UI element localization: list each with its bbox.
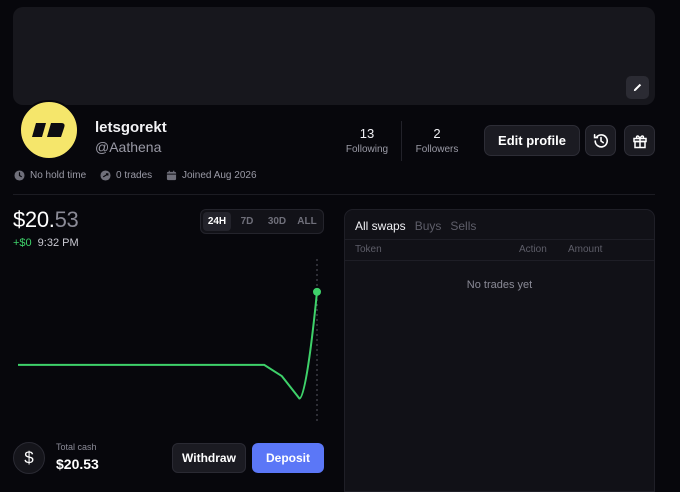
portfolio-balance: $20.53 [13, 207, 79, 233]
tab-buys[interactable]: Buys [415, 219, 442, 233]
joined-text: Joined Aug 2026 [182, 170, 257, 181]
gift-icon [632, 134, 647, 148]
avatar [19, 100, 79, 160]
following-label: Following [345, 144, 389, 155]
gift-button[interactable] [624, 125, 655, 156]
hold-time-meta: No hold time [14, 170, 86, 181]
time-range-selector[interactable]: 24H 7D 30D ALL [200, 209, 324, 234]
column-header-amount: Amount [568, 244, 603, 255]
tab-sells[interactable]: Sells [450, 219, 476, 233]
calendar-icon [166, 170, 177, 181]
logo-icon [32, 123, 65, 137]
edit-banner-button[interactable] [626, 76, 649, 99]
balance-change-row: +$0 9:32 PM [13, 237, 79, 249]
trades-meta: 0 trades [100, 170, 152, 181]
followers-count: 2 [433, 126, 441, 141]
history-button[interactable] [585, 125, 616, 156]
balance-cents: 53 [54, 207, 79, 232]
user-handle: @Aathena [95, 139, 162, 155]
hold-time-text: No hold time [30, 170, 87, 181]
pencil-icon [633, 83, 642, 92]
trades-text: 0 trades [116, 170, 153, 181]
column-header-token: Token [355, 244, 382, 255]
profile-banner [13, 7, 655, 105]
followers-stat[interactable]: 2 Followers [407, 126, 467, 155]
balance-line [18, 291, 318, 400]
column-header-action: Action [519, 244, 547, 255]
dollar-icon: $ [13, 442, 45, 474]
current-point [313, 287, 321, 296]
swap-tabs: All swaps Buys Sells [355, 219, 476, 233]
following-count: 13 [359, 126, 375, 141]
balance-change: +$0 [13, 237, 32, 249]
range-option-30d[interactable]: 30D [263, 212, 291, 231]
deposit-button[interactable]: Deposit [252, 443, 324, 473]
range-option-all[interactable]: ALL [293, 212, 321, 231]
stat-divider [401, 121, 402, 161]
withdraw-button[interactable]: Withdraw [172, 443, 246, 473]
trades-icon [100, 170, 111, 181]
balance-main: $20. [13, 207, 55, 232]
followers-label: Followers [415, 144, 459, 155]
empty-state-text: No trades yet [466, 279, 533, 291]
tab-all-swaps[interactable]: All swaps [355, 219, 406, 233]
section-divider [13, 194, 655, 195]
clock-icon [14, 170, 25, 181]
range-option-7d[interactable]: 7D [233, 212, 261, 231]
balance-time: 9:32 PM [37, 237, 79, 249]
joined-meta: Joined Aug 2026 [166, 170, 257, 181]
tabs-divider [345, 239, 654, 240]
total-cash-value: $20.53 [56, 456, 99, 472]
swaps-panel: All swaps Buys Sells Token Action Amount N… [344, 209, 655, 492]
edit-profile-button[interactable]: Edit profile [484, 125, 580, 156]
following-stat[interactable]: 13 Following [337, 126, 397, 155]
total-cash-label: Total cash [56, 442, 97, 452]
range-option-24h[interactable]: 24H [203, 212, 231, 231]
balance-chart [18, 259, 321, 423]
history-icon [593, 133, 608, 148]
header-divider [345, 260, 654, 261]
username: letsgorekt [95, 119, 167, 136]
